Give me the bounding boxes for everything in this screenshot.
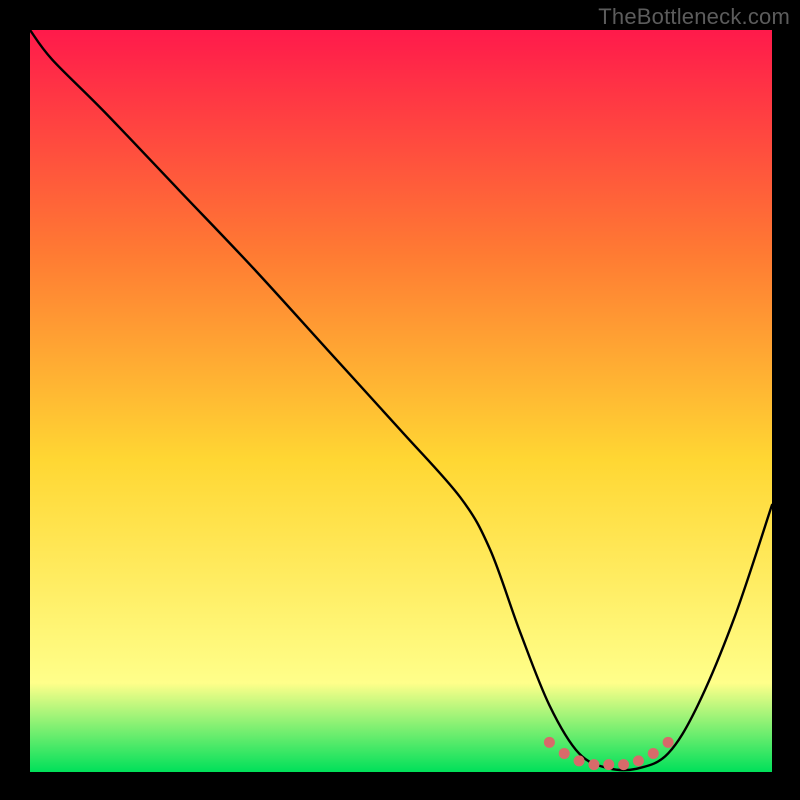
- bottleneck-chart: [0, 0, 800, 800]
- marker-dot: [663, 737, 674, 748]
- marker-dot: [544, 737, 555, 748]
- marker-dot: [633, 755, 644, 766]
- marker-dot: [574, 755, 585, 766]
- plot-area: [30, 30, 772, 772]
- marker-dot: [618, 759, 629, 770]
- marker-dot: [559, 748, 570, 759]
- marker-dot: [588, 759, 599, 770]
- chart-frame: TheBottleneck.com: [0, 0, 800, 800]
- watermark-label: TheBottleneck.com: [598, 4, 790, 30]
- marker-dot: [603, 759, 614, 770]
- marker-dot: [648, 748, 659, 759]
